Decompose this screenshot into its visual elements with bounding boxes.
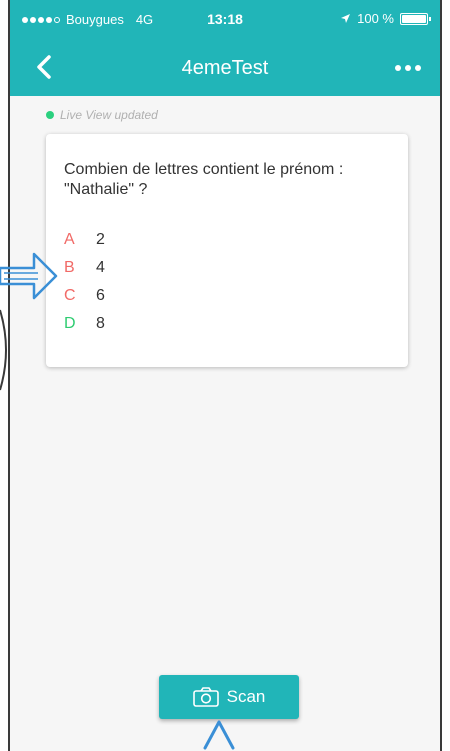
answer-value: 8 (96, 315, 105, 332)
answer-value: 4 (96, 259, 105, 276)
phone-screen: Bouygues 4G 13:18 100 % 4emeTest Live Vi… (8, 0, 442, 751)
location-arrow-icon (341, 14, 351, 23)
status-bar: Bouygues 4G 13:18 100 % (10, 0, 440, 40)
page-title: 4emeTest (181, 57, 269, 79)
scan-button[interactable]: Scan (159, 675, 299, 719)
answer-value: 2 (96, 231, 105, 248)
answer-value: 6 (96, 287, 105, 304)
live-view-text: Live View updated (60, 108, 158, 122)
live-indicator-icon (46, 111, 54, 119)
nav-bar: 4emeTest (10, 40, 440, 96)
answer-a: A 2 (64, 226, 105, 254)
answer-list: A 2 B 4 C 6 D 8 (64, 226, 105, 338)
answer-letter: A (64, 231, 75, 248)
battery-icon (400, 12, 431, 25)
answer-b: B 4 (64, 254, 105, 282)
question-text: Combien de lettres contient le prénom : … (64, 161, 344, 198)
more-options-icon[interactable] (392, 58, 424, 78)
camera-icon (192, 687, 219, 707)
annotation-arrow-right-icon (0, 252, 58, 300)
side-annotation-curve (0, 309, 7, 391)
answer-letter: B (64, 259, 75, 276)
annotation-arrow-up-icon (203, 720, 235, 750)
status-right: 100 % (340, 11, 431, 26)
live-view-status: Live View updated (46, 108, 158, 122)
question-card: Combien de lettres contient le prénom : … (46, 134, 408, 367)
answer-d: D 8 (64, 310, 105, 338)
answer-letter: C (64, 287, 76, 304)
answer-letter: D (64, 315, 76, 332)
answer-c: C 6 (64, 282, 105, 310)
battery-fill (402, 14, 426, 23)
battery-text: 100 % (357, 11, 394, 26)
scan-label: Scan (226, 687, 266, 706)
